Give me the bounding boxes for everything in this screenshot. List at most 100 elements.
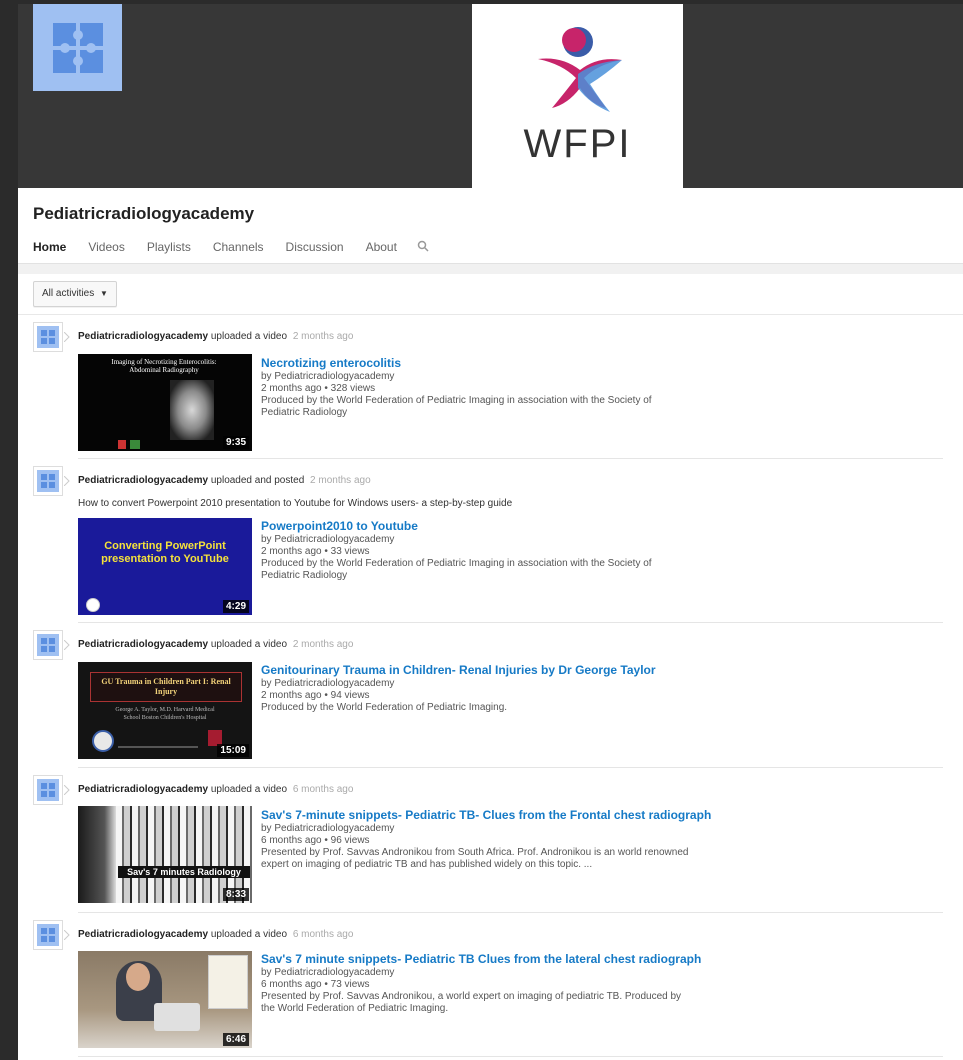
activity-line: Pediatricradiologyacademy uploaded a vid… bbox=[78, 929, 353, 940]
video-uploader[interactable]: by Pediatricradiologyacademy bbox=[261, 678, 691, 690]
video-duration: 15:09 bbox=[217, 744, 249, 757]
activity-author[interactable]: Pediatricradiologyacademy bbox=[78, 475, 208, 486]
avatar[interactable] bbox=[33, 466, 63, 496]
avatar[interactable] bbox=[33, 775, 63, 805]
section-gap bbox=[18, 264, 963, 274]
activity-time: 6 months ago bbox=[292, 929, 354, 940]
video-thumbnail[interactable]: Sav's 7 minutes Radiology 8:33 bbox=[78, 806, 252, 903]
video-thumbnail[interactable]: 6:46 bbox=[78, 951, 252, 1048]
activity-filter-dropdown[interactable]: All activities ▼ bbox=[33, 281, 117, 307]
tab-videos[interactable]: Videos bbox=[88, 240, 124, 265]
avatar[interactable] bbox=[33, 630, 63, 660]
video-duration: 9:35 bbox=[222, 436, 249, 449]
seal-icon bbox=[86, 598, 100, 612]
video-meta: by Pediatricradiologyacademy 2 months ag… bbox=[261, 371, 691, 419]
video-thumbnail[interactable]: GU Trauma in Children Part I: Renal Inju… bbox=[78, 662, 252, 759]
video-meta: by Pediatricradiologyacademy 2 months ag… bbox=[261, 678, 691, 714]
video-title-link[interactable]: Sav's 7-minute snippets- Pediatric TB- C… bbox=[261, 808, 711, 822]
thumbnail-title: Sav's 7 minutes Radiology bbox=[118, 866, 250, 878]
red-crest-icon bbox=[118, 440, 126, 449]
tab-discussion[interactable]: Discussion bbox=[286, 240, 344, 265]
slide-image bbox=[208, 955, 248, 1009]
video-description: Produced by the World Federation of Pedi… bbox=[261, 702, 508, 713]
person-silhouette-image bbox=[78, 806, 116, 903]
video-title-link[interactable]: Powerpoint2010 to Youtube bbox=[261, 519, 418, 533]
post-text: How to convert Powerpoint 2010 presentat… bbox=[78, 498, 513, 509]
video-duration: 4:29 bbox=[222, 600, 249, 613]
activity-author[interactable]: Pediatricradiologyacademy bbox=[78, 784, 208, 795]
channel-title[interactable]: Pediatricradiologyacademy bbox=[33, 204, 254, 224]
activity-action: uploaded a video bbox=[210, 784, 288, 795]
activity-action: uploaded a video bbox=[210, 929, 288, 940]
caret-right-icon bbox=[64, 640, 70, 650]
caret-right-icon bbox=[64, 332, 70, 342]
tab-channels[interactable]: Channels bbox=[213, 240, 264, 265]
activity-author[interactable]: Pediatricradiologyacademy bbox=[78, 639, 208, 650]
thumbnail-title: Imaging of Necrotizing Enterocolitis: Ab… bbox=[111, 358, 217, 374]
channel-tabs: Home Videos Playlists Channels Discussio… bbox=[33, 240, 429, 267]
activity-author[interactable]: Pediatricradiologyacademy bbox=[78, 331, 208, 342]
wfpi-figure-icon bbox=[538, 27, 622, 112]
activity-time: 6 months ago bbox=[292, 784, 354, 795]
presenter-face bbox=[126, 963, 150, 991]
video-title-link[interactable]: Necrotizing enterocolitis bbox=[261, 356, 401, 370]
video-title-link[interactable]: Sav's 7 minute snippets- Pediatric TB Cl… bbox=[261, 952, 701, 966]
video-meta: by Pediatricradiologyacademy 2 months ag… bbox=[261, 534, 691, 582]
activity-author[interactable]: Pediatricradiologyacademy bbox=[78, 929, 208, 940]
feed-divider bbox=[78, 912, 943, 913]
activity-filter-label: All activities bbox=[42, 288, 95, 299]
video-stats: 2 months ago • 328 views bbox=[261, 383, 376, 394]
activity-time: 2 months ago bbox=[292, 331, 354, 342]
thumbnail-title-box: GU Trauma in Children Part I: Renal Inju… bbox=[90, 672, 242, 702]
video-thumbnail[interactable]: Imaging of Necrotizing Enterocolitis: Ab… bbox=[78, 354, 252, 451]
caret-right-icon bbox=[64, 930, 70, 940]
video-description: Presented by Prof. Savvas Andronikou fro… bbox=[261, 847, 689, 870]
tab-about[interactable]: About bbox=[366, 240, 397, 265]
caret-right-icon bbox=[64, 785, 70, 795]
video-duration: 6:46 bbox=[222, 1033, 249, 1046]
thumbnail-title: Converting PowerPoint presentation to Yo… bbox=[101, 540, 229, 565]
video-description: Presented by Prof. Savvas Andronikou, a … bbox=[261, 991, 682, 1014]
channel-banner: WFPI bbox=[18, 4, 963, 188]
feed-divider bbox=[78, 1056, 943, 1057]
video-uploader[interactable]: by Pediatricradiologyacademy bbox=[261, 967, 691, 979]
channel-page: WFPI Pediatricradiologyacademy Home Vide… bbox=[18, 4, 963, 1060]
video-meta: by Pediatricradiologyacademy 6 months ag… bbox=[261, 823, 691, 871]
tab-playlists[interactable]: Playlists bbox=[147, 240, 191, 265]
thumbnail-subtitle: George A. Taylor, M.D. Harvard Medical S… bbox=[115, 707, 215, 721]
feed-divider bbox=[78, 622, 943, 623]
xray-image bbox=[170, 380, 214, 440]
activity-line: Pediatricradiologyacademy uploaded and p… bbox=[78, 475, 371, 486]
activity-action: uploaded a video bbox=[210, 639, 288, 650]
activity-line: Pediatricradiologyacademy uploaded a vid… bbox=[78, 784, 353, 795]
video-uploader[interactable]: by Pediatricradiologyacademy bbox=[261, 823, 691, 835]
video-title-link[interactable]: Genitourinary Trauma in Children- Renal … bbox=[261, 663, 656, 677]
video-progress-bar bbox=[118, 746, 198, 748]
video-stats: 6 months ago • 96 views bbox=[261, 835, 370, 846]
activity-action: uploaded a video bbox=[210, 331, 288, 342]
video-description: Produced by the World Federation of Pedi… bbox=[261, 558, 652, 581]
activity-line: Pediatricradiologyacademy uploaded a vid… bbox=[78, 639, 353, 650]
video-stats: 2 months ago • 33 views bbox=[261, 546, 370, 557]
activity-line: Pediatricradiologyacademy uploaded a vid… bbox=[78, 331, 353, 342]
search-icon[interactable] bbox=[417, 240, 429, 265]
video-stats: 6 months ago • 73 views bbox=[261, 979, 370, 990]
puzzle-logo-icon bbox=[52, 22, 103, 73]
seal-icon bbox=[92, 730, 114, 752]
tab-home[interactable]: Home bbox=[33, 240, 67, 267]
laptop-image bbox=[154, 1003, 200, 1031]
wfpi-logo-card: WFPI bbox=[472, 4, 683, 188]
video-uploader[interactable]: by Pediatricradiologyacademy bbox=[261, 534, 691, 546]
wfpi-logo-text: WFPI bbox=[523, 122, 632, 166]
activity-time: 2 months ago bbox=[292, 639, 354, 650]
channel-avatar[interactable] bbox=[33, 4, 122, 91]
video-thumbnail[interactable]: Converting PowerPoint presentation to Yo… bbox=[78, 518, 252, 615]
video-stats: 2 months ago • 94 views bbox=[261, 690, 370, 701]
avatar[interactable] bbox=[33, 920, 63, 950]
video-uploader[interactable]: by Pediatricradiologyacademy bbox=[261, 371, 691, 383]
avatar[interactable] bbox=[33, 322, 63, 352]
green-crest-icon bbox=[130, 440, 140, 449]
caret-down-icon: ▼ bbox=[100, 289, 108, 298]
caret-right-icon bbox=[64, 476, 70, 486]
video-description: Produced by the World Federation of Pedi… bbox=[261, 395, 652, 418]
